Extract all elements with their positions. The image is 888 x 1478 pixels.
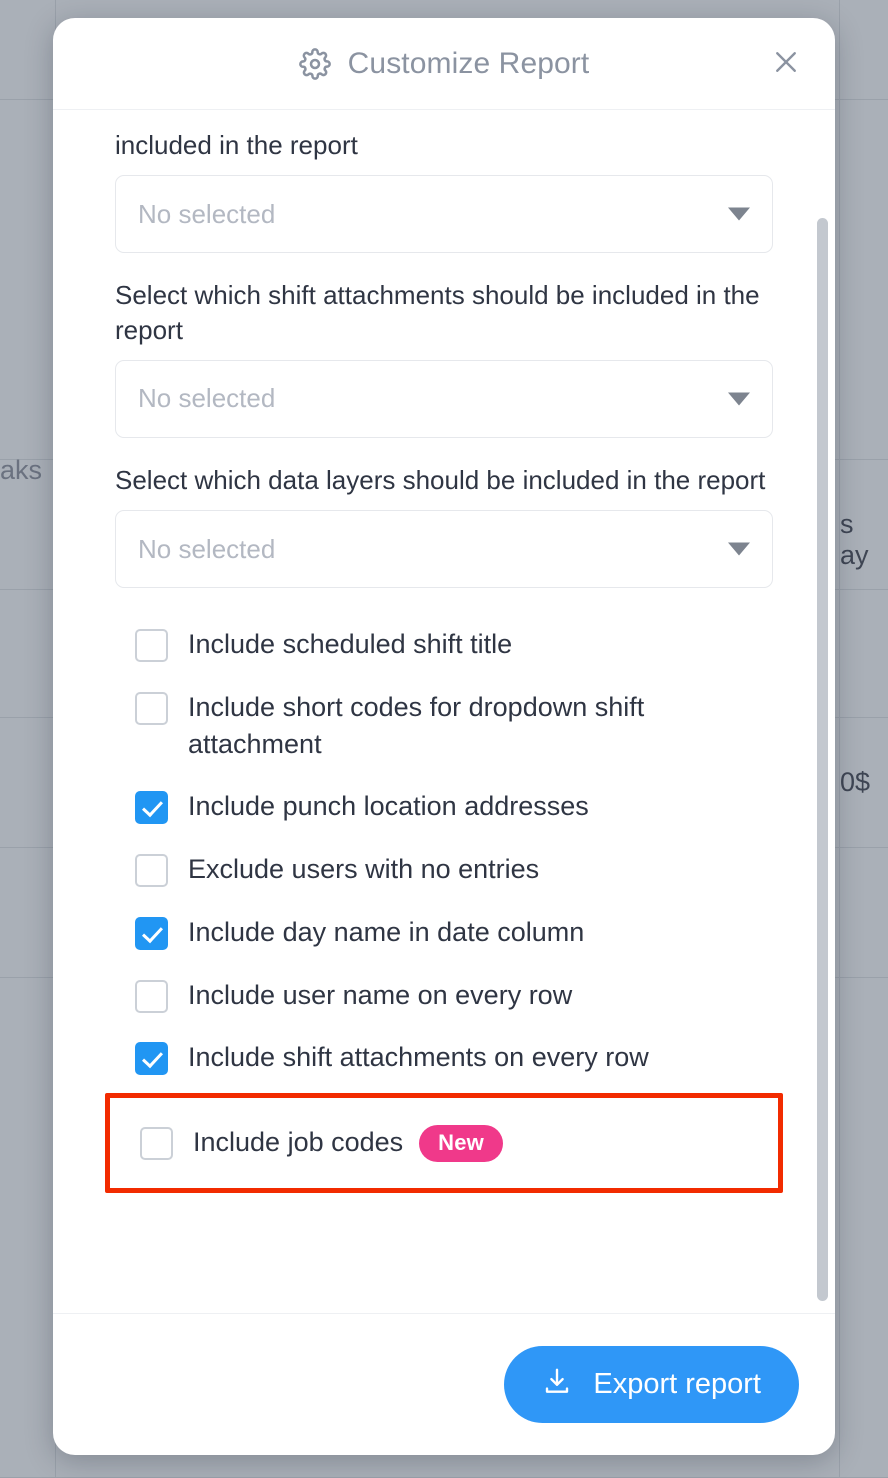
close-button[interactable] xyxy=(763,41,809,87)
field-label-users: included in the report xyxy=(115,130,358,160)
dialog-body: included in the report No selected Selec… xyxy=(53,110,835,1313)
options-checkbox-list: Include scheduled shift title Include sh… xyxy=(105,613,783,1213)
checkbox-row-job-codes[interactable]: Include job codes New xyxy=(105,1093,783,1194)
new-badge: New xyxy=(419,1125,503,1163)
dialog-footer: Export report xyxy=(53,1313,835,1455)
checkbox-short-codes[interactable] xyxy=(135,691,168,725)
checkbox-day-name-in-date-column[interactable] xyxy=(135,916,168,950)
data-layers-select[interactable]: No selected xyxy=(115,510,773,589)
chevron-down-icon xyxy=(728,542,750,556)
checkbox-row-day-name-in-date-column[interactable]: Include day name in date column xyxy=(115,901,773,964)
users-select-value: No selected xyxy=(138,198,276,229)
checkbox-label: Exclude users with no entries xyxy=(188,854,540,885)
export-report-label: Export report xyxy=(593,1368,761,1400)
checkbox-label: Include day name in date column xyxy=(188,916,585,947)
checkbox-label: Include punch location addresses xyxy=(188,791,589,822)
checkbox-row-shift-attachments-every-row[interactable]: Include shift attachments on every row xyxy=(115,1026,773,1089)
gear-icon xyxy=(298,47,331,80)
checkbox-row-short-codes[interactable]: Include short codes for dropdown shift a… xyxy=(115,676,773,775)
checkbox-exclude-users-no-entries[interactable] xyxy=(135,854,168,888)
close-icon xyxy=(771,47,801,80)
checkbox-scheduled-shift-title[interactable] xyxy=(135,629,168,663)
checkbox-user-name-every-row[interactable] xyxy=(135,979,168,1013)
checkbox-row-exclude-users-no-entries[interactable]: Exclude users with no entries xyxy=(115,838,773,901)
checkbox-label: Include user name on every row xyxy=(188,979,573,1010)
checkbox-label: Include job codes xyxy=(193,1127,404,1157)
checkbox-label: Include short codes for dropdown shift a… xyxy=(188,691,645,759)
customize-report-dialog: Customize Report included in the report … xyxy=(53,18,835,1455)
checkbox-job-codes[interactable] xyxy=(140,1126,173,1160)
checkbox-row-user-name-every-row[interactable]: Include user name on every row xyxy=(115,964,773,1027)
field-label-shift-attachments: Select which shift attachments should be… xyxy=(115,280,760,345)
checkbox-label: Include shift attachments on every row xyxy=(188,1042,649,1073)
data-layers-select-value: No selected xyxy=(138,533,276,564)
checkbox-shift-attachments-every-row[interactable] xyxy=(135,1042,168,1076)
background-cell-right: s xyxy=(840,509,854,539)
checkbox-row-scheduled-shift-title[interactable]: Include scheduled shift title xyxy=(115,613,773,676)
checkbox-punch-location-addresses[interactable] xyxy=(135,791,168,825)
download-icon xyxy=(542,1366,572,1404)
checkbox-label: Include scheduled shift title xyxy=(188,629,513,660)
users-select[interactable]: No selected xyxy=(115,175,773,254)
scrollbar-thumb[interactable] xyxy=(817,218,828,1301)
dialog-title-group: Customize Report xyxy=(298,46,590,81)
checkbox-row-punch-location-addresses[interactable]: Include punch location addresses xyxy=(115,775,773,838)
background-cell-right: 0$ xyxy=(840,767,871,797)
export-report-button[interactable]: Export report xyxy=(504,1346,799,1423)
field-label-data-layers: Select which data layers should be inclu… xyxy=(115,464,766,495)
shift-attachments-select[interactable]: No selected xyxy=(115,359,773,438)
scrollbar-track[interactable] xyxy=(817,110,828,1313)
chevron-down-icon xyxy=(728,207,750,221)
checkbox-label-wrap: Include job codes New xyxy=(193,1124,503,1163)
shift-attachments-select-value: No selected xyxy=(138,383,276,414)
dialog-title: Customize Report xyxy=(347,46,590,80)
chevron-down-icon xyxy=(728,392,750,406)
dialog-header: Customize Report xyxy=(53,18,835,110)
